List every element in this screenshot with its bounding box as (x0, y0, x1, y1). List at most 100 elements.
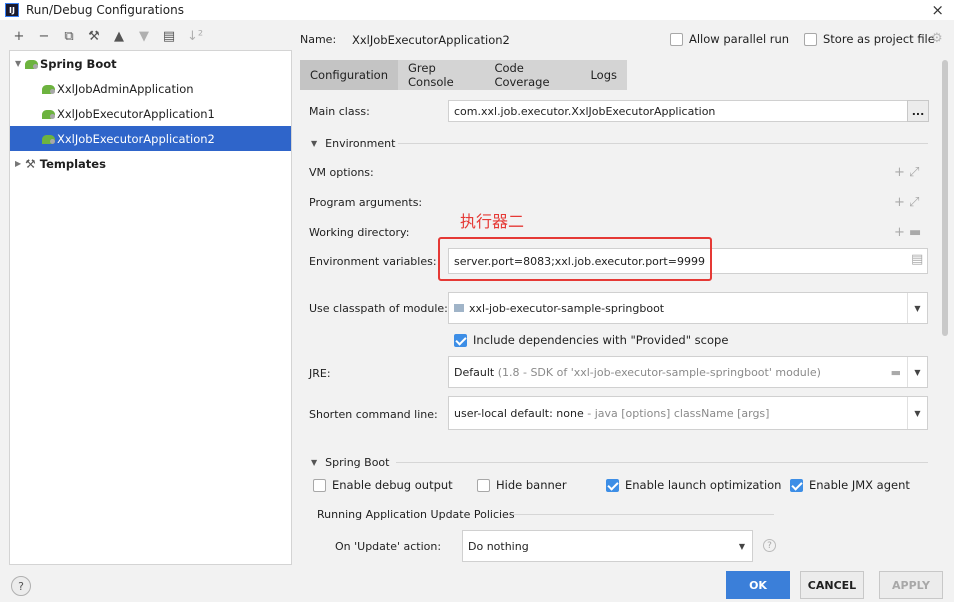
checkbox-label: Enable debug output (332, 478, 453, 492)
include-deps-checkbox[interactable]: Include dependencies with "Provided" sco… (454, 333, 728, 347)
shorten-value: user-local default: none (454, 406, 584, 420)
tab-configuration[interactable]: Configuration (300, 60, 398, 90)
program-args-label: Program arguments: (309, 196, 423, 209)
checkbox-box[interactable] (670, 32, 683, 46)
help-icon[interactable]: ? (763, 539, 776, 552)
checkbox-box[interactable] (804, 32, 817, 46)
title-bar: IJ Run/Debug Configurations × (0, 0, 954, 20)
tree-node-label: Templates (39, 156, 106, 171)
remove-config-icon[interactable]: − (37, 29, 51, 44)
tree-item-label: XxlJobExecutorApplication1 (57, 106, 215, 121)
update-policies-title: Running Application Update Policies (317, 508, 515, 521)
browse-main-class-button[interactable]: ... (907, 100, 929, 122)
add-config-icon[interactable]: + (12, 29, 26, 44)
expand-field-icon[interactable]: + ⤢ (894, 165, 919, 180)
collapse-triangle-icon: ▼ (311, 458, 318, 467)
environment-section-title[interactable]: ▼ Environment (311, 137, 395, 150)
edit-env-icon[interactable]: ▤ (911, 252, 923, 267)
debug-output-checkbox[interactable]: Enable debug output (313, 478, 453, 492)
vertical-scrollbar[interactable] (942, 60, 948, 336)
tab-logs[interactable]: Logs (580, 60, 627, 90)
section-divider (396, 462, 928, 463)
shorten-cmd-label: Shorten command line: (309, 408, 438, 421)
ok-button[interactable]: OK (726, 571, 790, 599)
working-dir-label: Working directory: (309, 226, 410, 239)
tree-item-executor1[interactable]: XxlJobExecutorApplication1 (10, 101, 291, 126)
chevron-down-icon[interactable]: ▼ (907, 397, 927, 429)
tree-item-admin[interactable]: XxlJobAdminApplication (10, 76, 291, 101)
spring-boot-icon (42, 110, 55, 119)
expand-triangle-icon[interactable]: ▼ (15, 59, 25, 68)
tree-node-templates[interactable]: ▶ ⚒ Templates (10, 151, 291, 176)
classpath-value: xxl-job-executor-sample-springboot (469, 301, 665, 315)
tab-code-coverage[interactable]: Code Coverage (484, 60, 580, 90)
jre-dropdown[interactable]: Default (1.8 - SDK of 'xxl-job-executor-… (448, 356, 928, 388)
shorten-cmd-dropdown[interactable]: user-local default: none - java [options… (448, 396, 928, 430)
checkbox-box[interactable] (313, 478, 326, 492)
checkbox-label: Include dependencies with "Provided" sco… (473, 333, 729, 347)
jre-label: JRE: (309, 367, 331, 380)
env-vars-label: Environment variables: (309, 255, 437, 268)
spring-boot-section-title[interactable]: ▼ Spring Boot (311, 456, 389, 469)
annotation-highlight-box (438, 237, 712, 281)
sort-icon[interactable]: ↓² (187, 29, 203, 44)
main-class-field[interactable]: com.xxl.job.executor.XxlJobExecutorAppli… (448, 100, 928, 122)
section-label: Spring Boot (325, 456, 390, 469)
collapse-triangle-icon: ▼ (311, 139, 318, 148)
name-field[interactable]: XxlJobExecutorApplication2 (352, 33, 510, 47)
wrench-icon[interactable]: ⚒ (87, 29, 101, 44)
cancel-button[interactable]: CANCEL (800, 571, 864, 599)
close-icon[interactable]: × (931, 1, 944, 19)
config-tabs: Configuration Grep Console Code Coverage… (300, 60, 627, 90)
name-label: Name: (300, 33, 337, 46)
checkbox-label: Store as project file (823, 32, 935, 46)
folder-icon[interactable]: + ▬ (894, 225, 921, 240)
jmx-agent-checkbox[interactable]: Enable JMX agent (790, 478, 910, 492)
help-button[interactable]: ? (11, 576, 31, 596)
tree-item-label: XxlJobAdminApplication (57, 81, 194, 96)
tree-node-label: Spring Boot (40, 56, 117, 71)
copy-config-icon[interactable]: ⧉ (62, 29, 76, 44)
shorten-detail: - java [options] className [args] (587, 406, 770, 420)
tab-grep-console[interactable]: Grep Console (398, 60, 484, 90)
expand-field-icon[interactable]: + ⤢ (894, 195, 919, 210)
apply-button[interactable]: APPLY (879, 571, 943, 599)
chevron-down-icon[interactable]: ▼ (907, 293, 927, 323)
update-action-label: On 'Update' action: (335, 540, 442, 553)
tree-node-spring-boot[interactable]: ▼ Spring Boot (10, 51, 291, 76)
checkbox-box[interactable] (454, 333, 467, 347)
allow-parallel-checkbox[interactable]: Allow parallel run (670, 32, 789, 46)
window-title: Run/Debug Configurations (26, 3, 184, 17)
checkbox-box[interactable] (790, 478, 803, 492)
main-class-label: Main class: (309, 105, 370, 118)
classpath-label: Use classpath of module: (309, 302, 448, 315)
collapse-triangle-icon[interactable]: ▶ (15, 159, 25, 168)
tree-item-label: XxlJobExecutorApplication2 (57, 131, 215, 146)
checkbox-label: Allow parallel run (689, 32, 790, 46)
tree-item-executor2[interactable]: XxlJobExecutorApplication2 (10, 126, 291, 151)
gear-icon[interactable]: ⚙ (931, 31, 943, 46)
move-to-folder-icon[interactable]: ▤ (162, 29, 176, 44)
section-divider (512, 514, 774, 515)
launch-opt-checkbox[interactable]: Enable launch optimization (606, 478, 781, 492)
folder-icon[interactable]: ▬ (891, 366, 901, 379)
vm-options-label: VM options: (309, 166, 374, 179)
chevron-down-icon[interactable]: ▼ (907, 357, 927, 387)
configuration-tree: ▼ Spring Boot XxlJobAdminApplication Xxl… (9, 50, 292, 565)
store-project-checkbox[interactable]: Store as project file (804, 32, 935, 46)
checkbox-box[interactable] (606, 478, 619, 492)
checkbox-label: Hide banner (496, 478, 567, 492)
module-icon (454, 304, 464, 312)
vm-options-field[interactable] (448, 161, 928, 183)
section-label: Environment (325, 137, 396, 150)
wrench-icon: ⚒ (25, 156, 36, 171)
checkbox-box[interactable] (477, 478, 490, 492)
move-up-icon[interactable]: ▲ (112, 29, 126, 44)
move-down-icon[interactable]: ▼ (137, 29, 151, 44)
update-action-dropdown[interactable]: Do nothing ▼ (462, 530, 753, 562)
hide-banner-checkbox[interactable]: Hide banner (477, 478, 567, 492)
classpath-dropdown[interactable]: xxl-job-executor-sample-springboot ▼ (448, 292, 928, 324)
chevron-down-icon[interactable]: ▼ (732, 531, 752, 561)
spring-boot-icon (42, 135, 55, 144)
jre-detail: (1.8 - SDK of 'xxl-job-executor-sample-s… (497, 365, 821, 379)
